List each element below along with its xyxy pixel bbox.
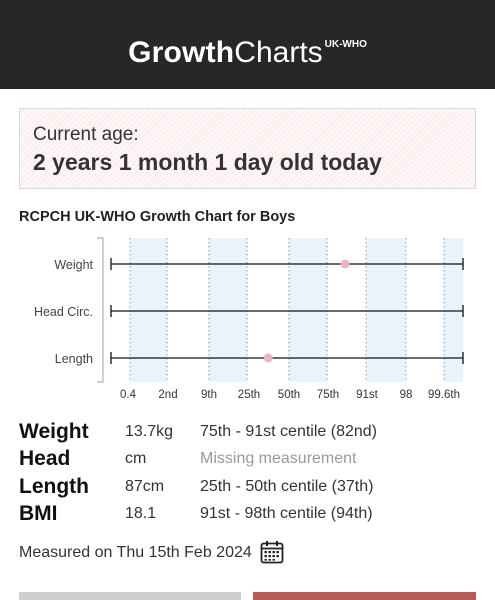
stat-name: Length bbox=[19, 474, 89, 498]
stats-table: Weight 13.7kg 75th - 91st centile (82nd)… bbox=[19, 420, 479, 529]
centile-point bbox=[263, 353, 273, 363]
centile-band bbox=[289, 238, 327, 382]
x-tick-label: 9th bbox=[201, 389, 217, 401]
x-tick-label: 2nd bbox=[158, 389, 177, 401]
centile-band bbox=[209, 238, 247, 382]
app-header: GrowthCharts UK-WHO bbox=[0, 0, 495, 89]
stat-row-length: Length 87cm 25th - 50th centile (37th) bbox=[19, 475, 479, 502]
x-tick-label: 99.6th bbox=[428, 389, 460, 401]
x-tick-label: 91st bbox=[356, 389, 379, 401]
centile-band bbox=[444, 238, 463, 382]
centile-point bbox=[340, 259, 350, 269]
measured-on-text: Measured on Thu 15th Feb 2024 bbox=[19, 544, 252, 561]
stat-name: BMI bbox=[19, 501, 58, 525]
chart-title: RCPCH UK-WHO Growth Chart for Boys bbox=[19, 209, 296, 225]
stat-name: Weight bbox=[19, 420, 89, 443]
logo-charts: Charts bbox=[234, 36, 323, 69]
stat-row-head: Head cm Missing measurement bbox=[19, 447, 479, 474]
measured-on: Measured on Thu 15th Feb 2024 bbox=[19, 540, 285, 566]
logo-superscript: UK-WHO bbox=[324, 39, 367, 50]
centile-chart: Weight Head Circ. Length 0.4 2nd 9th 25th 50th 7… bbox=[34, 237, 464, 401]
stat-row-bmi: BMI 18.1 91st - 98th centile (94th) bbox=[19, 502, 479, 529]
x-tick-label: 75th bbox=[317, 389, 339, 401]
calendar-icon[interactable] bbox=[259, 539, 285, 565]
current-age-box: Current age: 2 years 1 month 1 day old t… bbox=[19, 108, 476, 189]
x-tick-label: 25th bbox=[238, 389, 260, 401]
centile-band bbox=[130, 238, 167, 382]
stat-centile-missing: Missing measurement bbox=[200, 450, 357, 468]
current-age-label: Current age: bbox=[33, 124, 139, 145]
primary-button[interactable] bbox=[253, 592, 476, 600]
stat-value: 18.1 bbox=[125, 504, 157, 522]
secondary-button[interactable] bbox=[19, 592, 241, 600]
row-label: Length bbox=[55, 352, 93, 366]
x-tick-label: 98 bbox=[400, 389, 413, 401]
centile-band bbox=[366, 238, 406, 382]
stat-value: cm bbox=[125, 450, 147, 468]
stat-value: 87cm bbox=[125, 477, 165, 495]
stat-name: Head bbox=[19, 447, 71, 471]
axis-bracket bbox=[97, 237, 104, 383]
stat-centile: 75th - 91st centile (82nd) bbox=[200, 423, 377, 440]
stat-row-weight: Weight 13.7kg 75th - 91st centile (82nd) bbox=[19, 420, 479, 447]
row-label: Head Circ. bbox=[34, 305, 93, 319]
x-tick-label: 0.4 bbox=[120, 389, 137, 401]
current-age-value: 2 years 1 month 1 day old today bbox=[33, 149, 382, 175]
logo-growth: Growth bbox=[128, 36, 235, 69]
stat-value: 13.7kg bbox=[125, 423, 174, 440]
x-tick-label: 50th bbox=[278, 389, 300, 401]
stat-centile: 25th - 50th centile (37th) bbox=[200, 477, 374, 495]
stat-centile: 91st - 98th centile (94th) bbox=[200, 504, 373, 522]
row-label: Weight bbox=[54, 258, 93, 272]
growthcharts-logo: GrowthCharts UK-WHO bbox=[0, 36, 495, 70]
